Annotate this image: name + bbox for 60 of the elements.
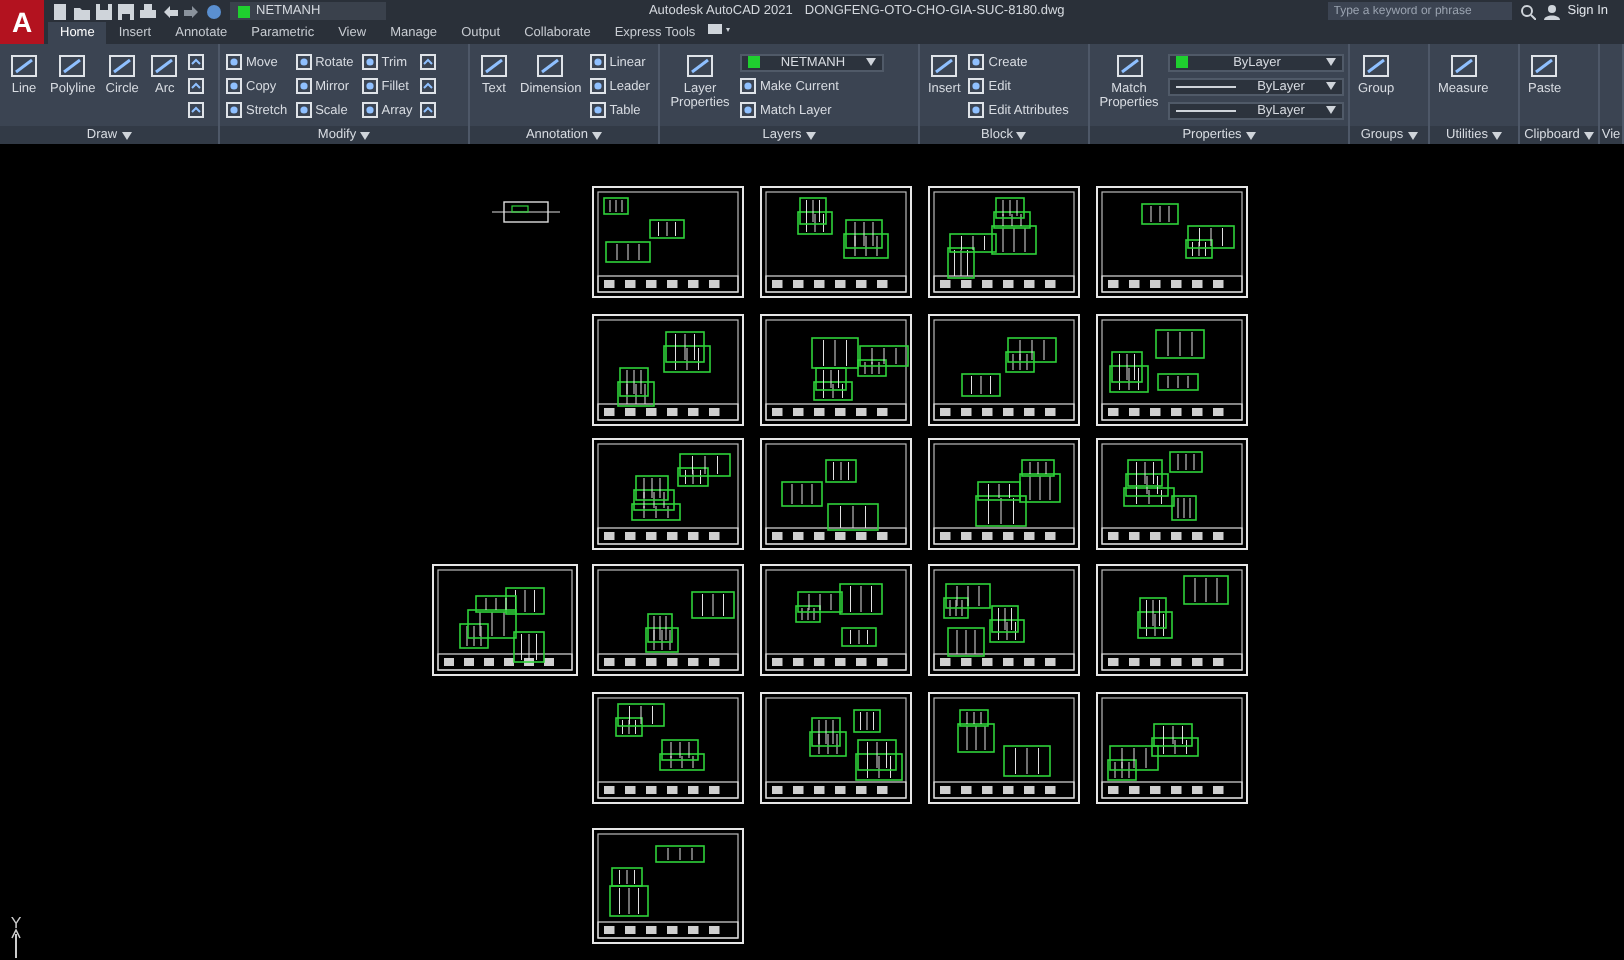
file-icon[interactable] [52, 3, 68, 19]
user-icon[interactable] [1543, 3, 1560, 19]
redo-icon[interactable] [184, 3, 200, 19]
save-icon[interactable] [96, 3, 112, 19]
tool-icon [534, 50, 567, 82]
tool-icon [1360, 50, 1393, 82]
tool-icon [589, 54, 606, 70]
tool-icon [361, 54, 378, 70]
caret-icon [866, 58, 876, 66]
tool-icon[interactable] [420, 54, 441, 70]
search-icon[interactable] [1519, 3, 1536, 19]
tool-icon[interactable] [188, 54, 209, 70]
caret-icon[interactable] [121, 131, 132, 139]
tool-icon [928, 50, 961, 82]
tool-icon [684, 50, 716, 82]
drawing-block [491, 201, 561, 223]
tool-icon[interactable] [188, 78, 209, 94]
printer-icon[interactable] [140, 3, 156, 19]
tool-icon [226, 54, 242, 70]
tool-icon [361, 78, 378, 94]
caret-icon [1326, 58, 1336, 66]
tool-icon [56, 50, 89, 82]
caret-icon[interactable] [1245, 131, 1256, 139]
caret-icon[interactable] [1016, 131, 1027, 139]
caret-icon[interactable] [592, 131, 603, 139]
tool-icon [478, 50, 510, 82]
tool-icon [106, 50, 139, 82]
tool-icon [295, 54, 312, 70]
save-icon[interactable] [118, 3, 134, 19]
tool-icon [8, 50, 40, 82]
axis-label: Y [10, 914, 22, 932]
tool-icon [226, 78, 242, 94]
tool-icon [589, 78, 606, 94]
tool-icon [968, 78, 985, 94]
tool-icon [1528, 50, 1561, 82]
caret-icon[interactable] [360, 131, 371, 139]
tool-icon [589, 102, 606, 118]
caret-icon[interactable] [805, 131, 816, 139]
tool-icon [968, 54, 985, 70]
tool-icon[interactable] [420, 78, 441, 94]
tool-icon [295, 78, 312, 94]
undo-icon[interactable] [162, 3, 178, 19]
tool-icon [1113, 50, 1145, 82]
caret-icon[interactable] [1583, 131, 1594, 139]
tool-icon[interactable] [188, 102, 209, 118]
tool-icon [740, 102, 756, 118]
ucs-icon [11, 928, 21, 959]
tool-icon [740, 78, 756, 94]
caret-icon [1326, 106, 1336, 114]
app-logo[interactable]: A [0, 0, 44, 44]
tool-icon [148, 50, 181, 82]
tool-icon [295, 102, 312, 118]
tool-icon [361, 102, 378, 118]
tool-icon [226, 102, 242, 118]
tool-icon [1447, 50, 1480, 82]
tool-icon [968, 102, 985, 118]
caret-icon [1326, 82, 1336, 90]
caret-icon[interactable] [1491, 131, 1502, 139]
tool-icon[interactable] [420, 102, 441, 118]
caret-icon[interactable] [1407, 131, 1418, 139]
